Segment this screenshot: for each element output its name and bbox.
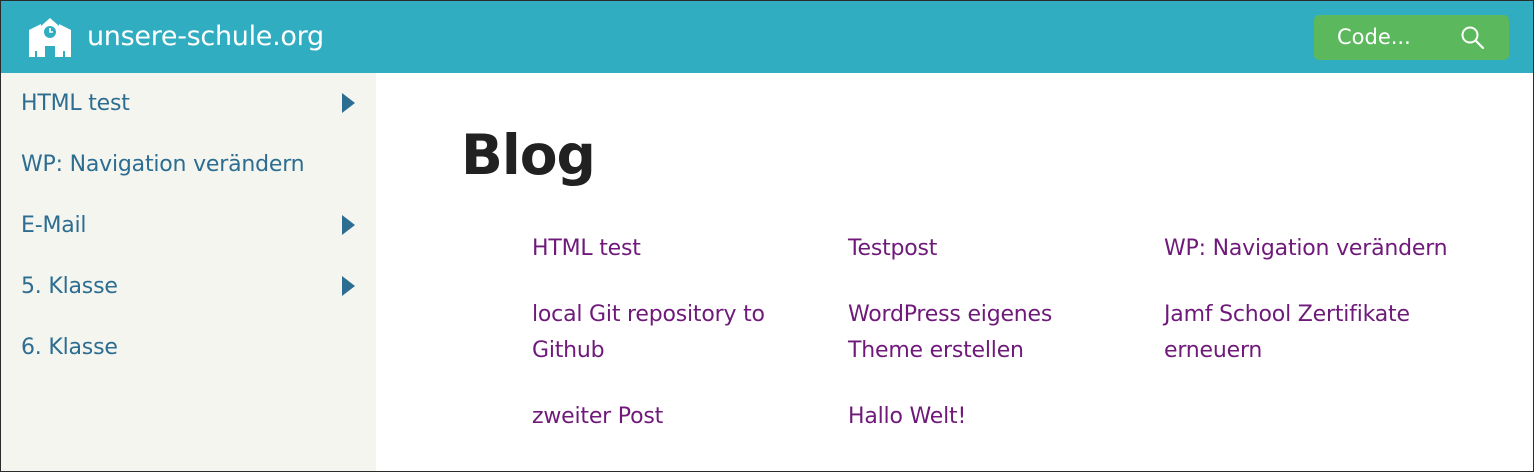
sidebar-nav: HTML test WP: Navigation verändern E-Mai… [1, 73, 376, 471]
post-link[interactable]: HTML test [532, 231, 817, 267]
site-title-link[interactable]: unsere-schule.org [87, 21, 324, 52]
post-link[interactable]: zweiter Post [532, 399, 817, 435]
sidebar-item-wp-navigation[interactable]: WP: Navigation verändern [1, 146, 376, 196]
post-link[interactable]: WordPress eigenes Theme erstellen [848, 297, 1133, 369]
school-building-icon[interactable] [25, 17, 75, 57]
post-link[interactable]: Testpost [848, 231, 1133, 267]
sidebar-item-6-klasse[interactable]: 6. Klasse [1, 329, 376, 379]
sidebar-item-label: WP: Navigation verändern [21, 152, 305, 177]
sidebar-item-html-test[interactable]: HTML test [1, 85, 376, 135]
post-link[interactable]: Jamf School Zertifikate erneuern [1164, 297, 1434, 369]
sidebar-item-label: 5. Klasse [21, 274, 118, 299]
page-title: Blog [461, 123, 596, 187]
magnifier-icon [1461, 26, 1485, 50]
sidebar-item-e-mail[interactable]: E-Mail [1, 207, 376, 257]
submenu-arrow-icon[interactable] [342, 276, 355, 296]
sidebar-item-5-klasse[interactable]: 5. Klasse [1, 268, 376, 318]
sidebar-item-label: E-Mail [21, 213, 87, 238]
search-button[interactable]: Code... [1314, 15, 1509, 60]
post-link[interactable]: Hallo Welt! [848, 399, 1133, 435]
search-button-label: Code... [1337, 25, 1411, 49]
page: unsere-schule.org Code... HTML test WP: … [0, 0, 1534, 472]
sidebar-item-label: 6. Klasse [21, 335, 118, 360]
post-link[interactable]: local Git repository to Github [532, 297, 817, 369]
post-link[interactable]: WP: Navigation verändern [1164, 231, 1464, 267]
submenu-arrow-icon[interactable] [342, 215, 355, 235]
sidebar-item-label: HTML test [21, 91, 130, 116]
header-bar: unsere-schule.org Code... [1, 1, 1533, 73]
submenu-arrow-icon[interactable] [342, 93, 355, 113]
